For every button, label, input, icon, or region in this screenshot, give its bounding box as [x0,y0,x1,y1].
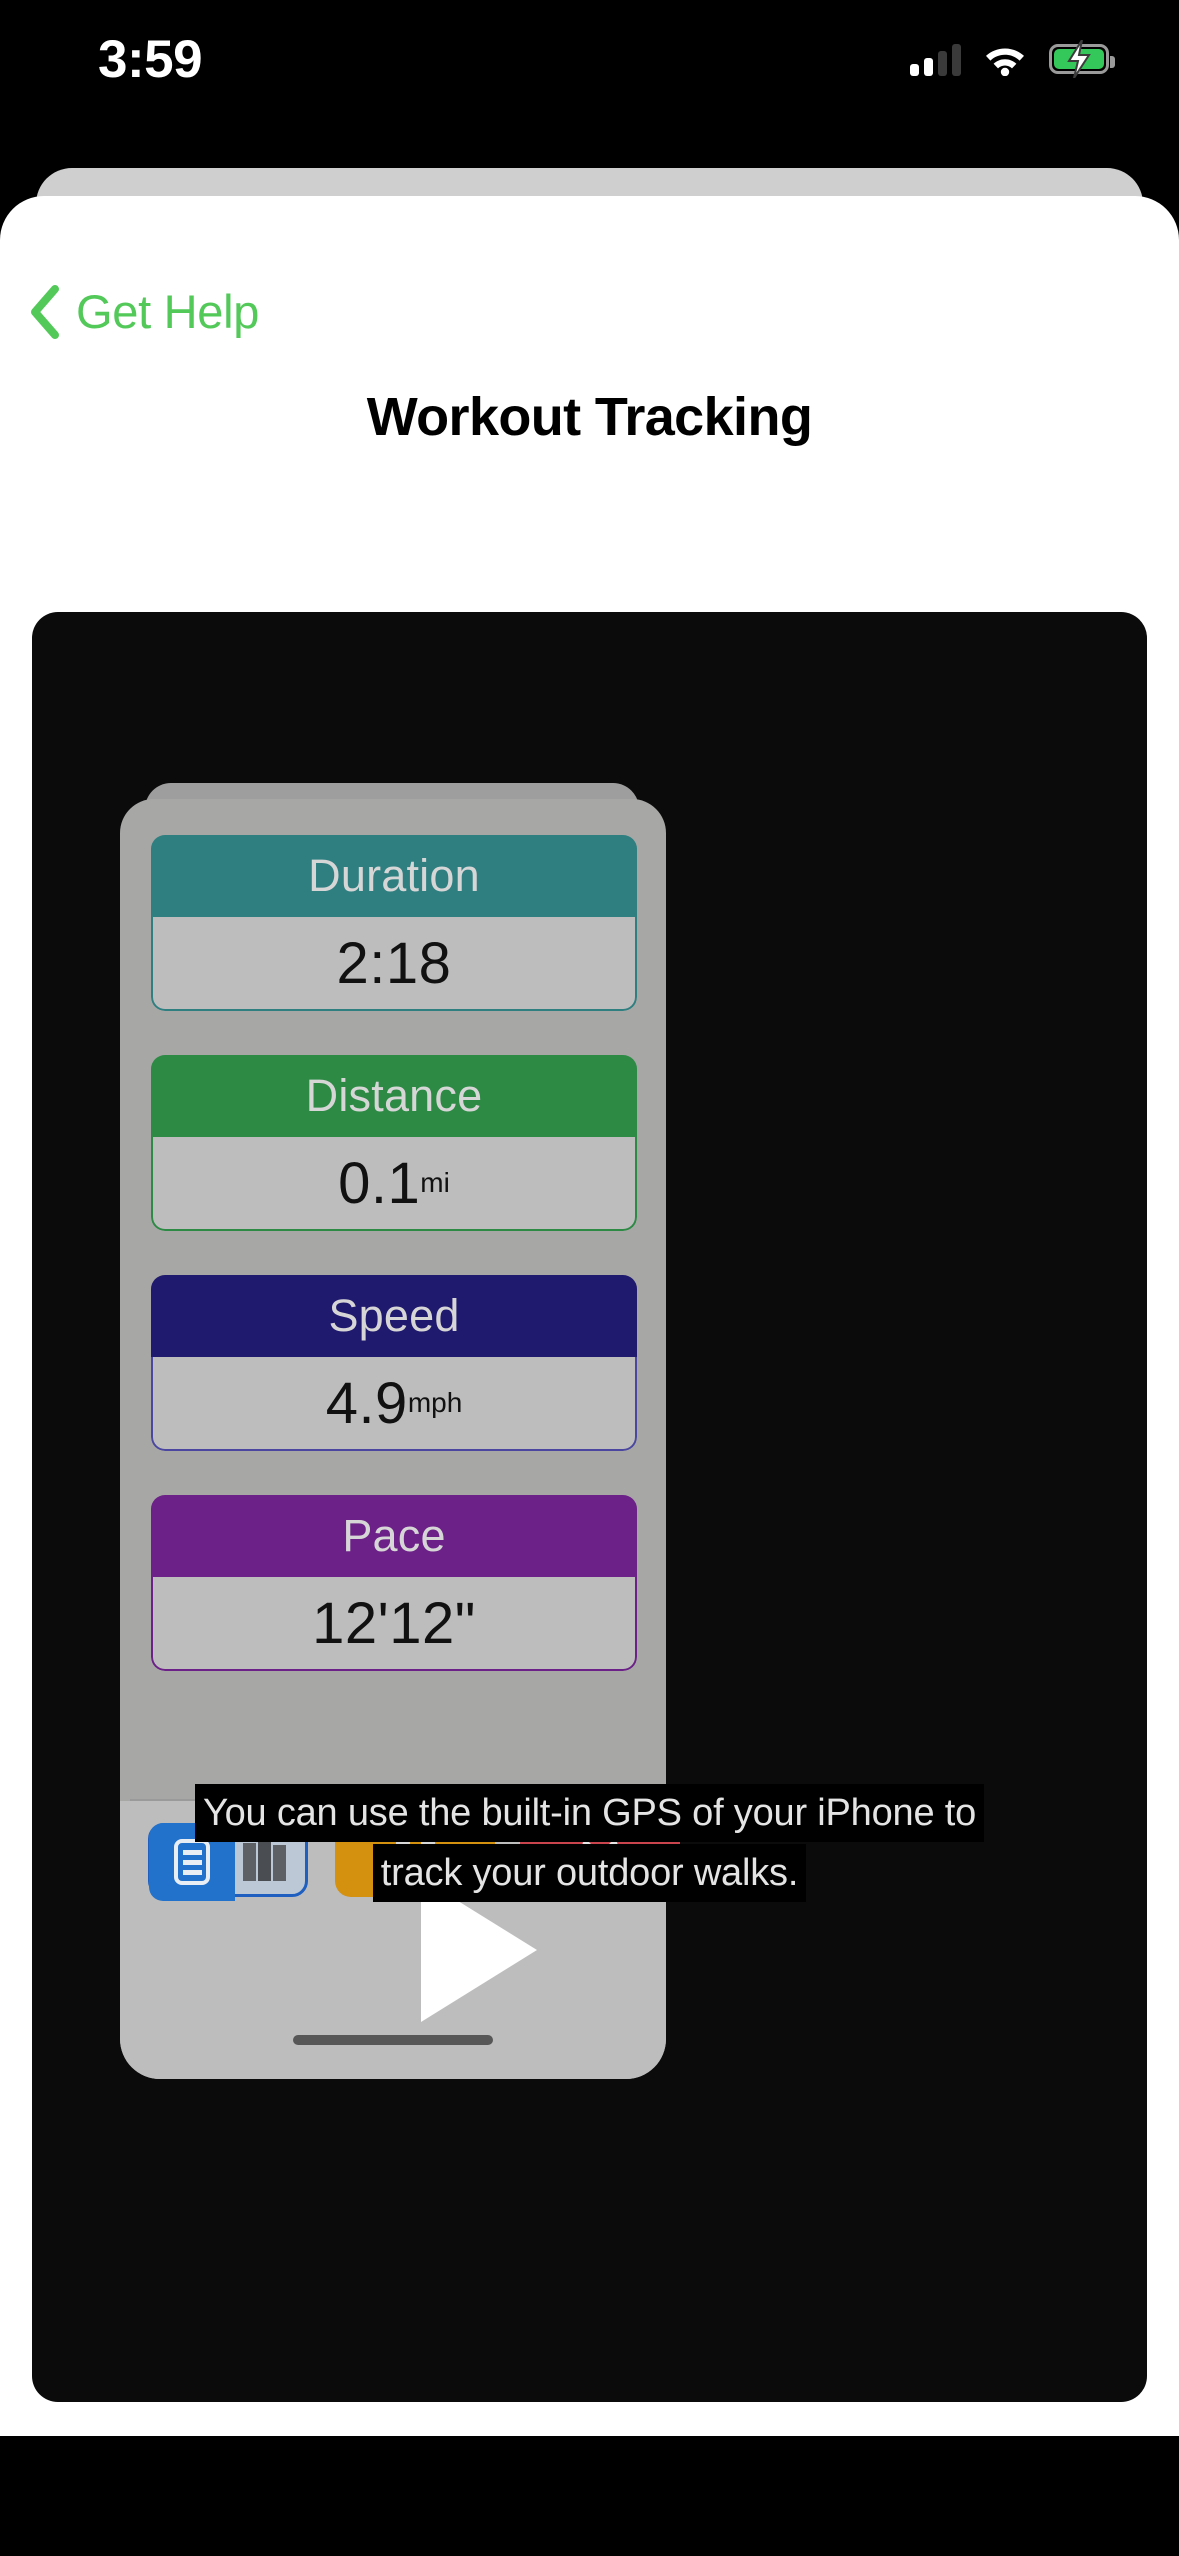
chevron-left-icon [28,284,62,340]
metric-value-row-speed: 4.9 mph [151,1357,637,1451]
caption-line-2: track your outdoor walks. [372,1844,807,1902]
metric-card-speed: Speed 4.9 mph [151,1275,637,1451]
caption-line-2-wrap: track your outdoor walks. [32,1844,1147,1902]
caption-line-1-wrap: You can use the built-in GPS of your iPh… [32,1784,1147,1842]
cellular-bars-icon [910,42,961,76]
home-indicator [449,2510,730,2522]
metric-value-duration: 2:18 [336,930,452,996]
status-icons [910,34,1115,84]
page-title: Workout Tracking [366,387,813,447]
back-button-label: Get Help [76,285,260,338]
metric-card-duration: Duration 2:18 [151,835,637,1011]
battery-charging-icon [1049,40,1115,78]
metric-card-distance: Distance 0.1 mi [151,1055,637,1231]
metric-card-pace: Pace 12'12" [151,1495,637,1671]
metric-value-pace: 12'12" [312,1590,476,1656]
metric-value-row-duration: 2:18 [151,917,637,1011]
back-button[interactable]: Get Help [16,276,271,348]
status-bar: 3:59 [0,0,1179,120]
metric-label-duration: Duration [151,835,637,917]
metric-value-distance: 0.1 [338,1150,421,1216]
status-time: 3:59 [98,30,203,89]
metric-value-row-distance: 0.1 mi [151,1137,637,1231]
metric-value-speed: 4.9 [325,1370,408,1436]
wifi-icon [983,42,1027,77]
metric-value-row-pace: 12'12" [151,1577,637,1671]
help-video-player[interactable]: Duration 2:18 Distance 0.1 mi Speed 4.9 mp… [32,612,1147,2402]
metric-label-distance: Distance [151,1055,637,1137]
caption-line-1: You can use the built-in GPS of your iPh… [194,1784,985,1842]
screen-root: 3:59 Get Help Workout Tracking Duration … [0,0,1179,2556]
metric-label-pace: Pace [151,1495,637,1577]
metric-unit-distance: mi [420,1167,450,1198]
metric-label-speed: Speed [151,1275,637,1357]
metric-unit-speed: mph [407,1387,463,1418]
